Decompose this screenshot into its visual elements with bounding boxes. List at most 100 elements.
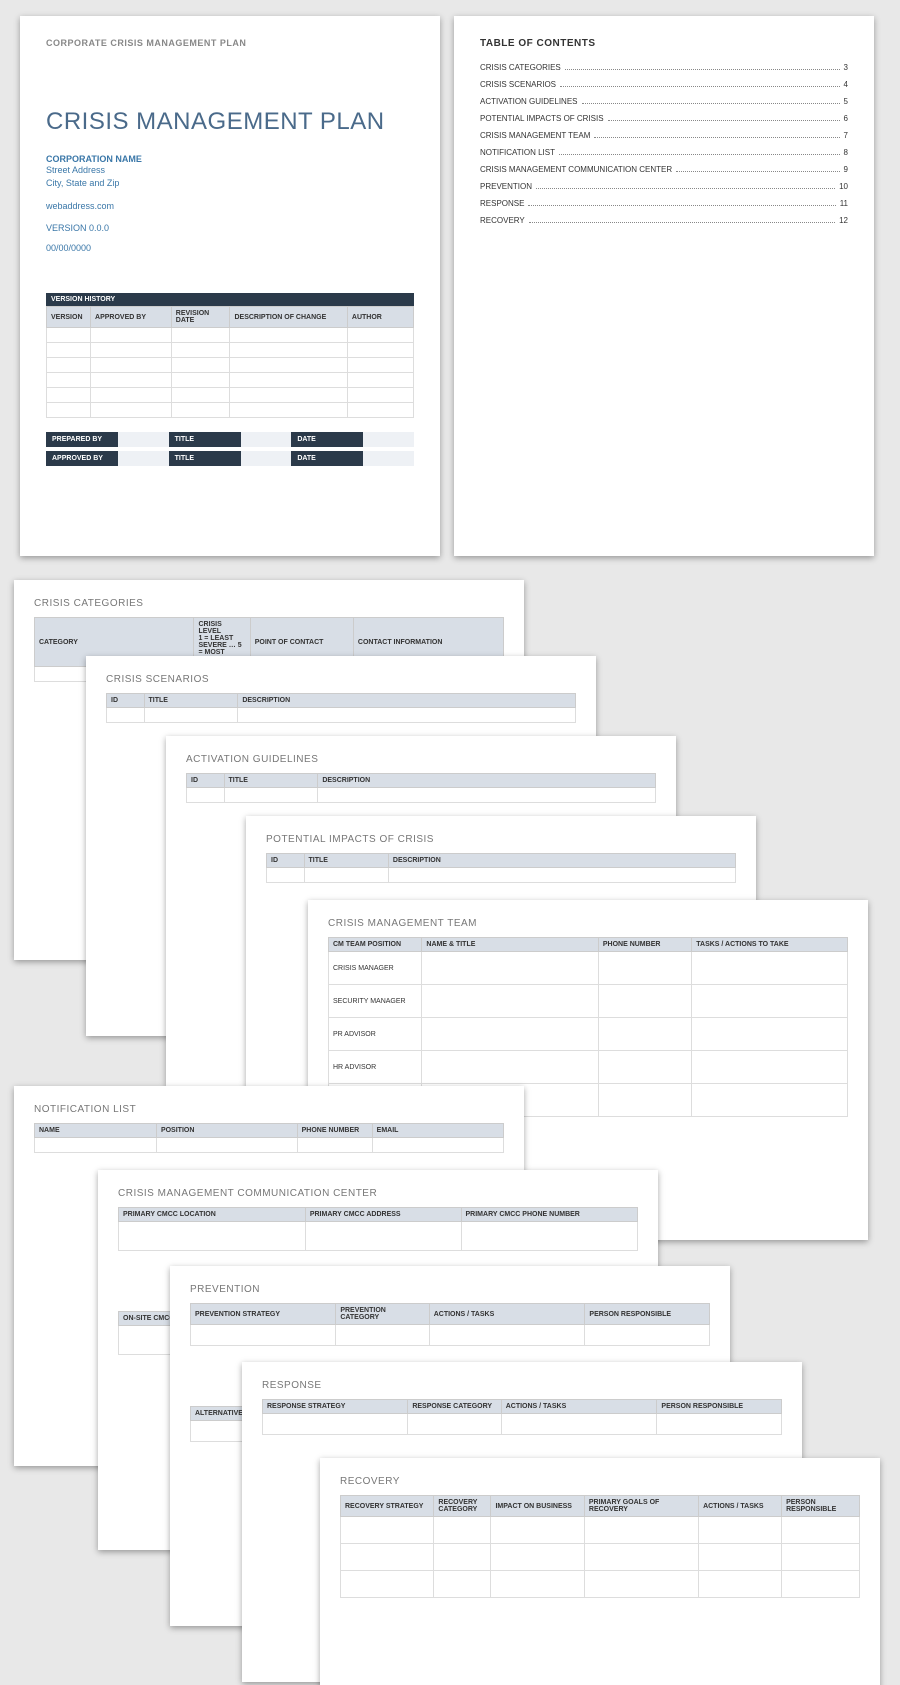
toc-item: NOTIFICATION LIST8 (480, 148, 848, 157)
section-title: ACTIVATION GUIDELINES (186, 754, 656, 765)
col-description: DESCRIPTION (388, 854, 735, 868)
toc-item: RECOVERY12 (480, 216, 848, 225)
impacts-table: ID TITLE DESCRIPTION (266, 853, 736, 883)
prepared-by-label: PREPARED BY (46, 432, 118, 447)
table-row (47, 373, 414, 388)
table-row (47, 343, 414, 358)
title-value-2 (241, 451, 292, 466)
date-value-2 (363, 451, 414, 466)
table-row (107, 708, 576, 723)
corp-name: CORPORATION NAME (46, 154, 414, 164)
section-title: NOTIFICATION LIST (34, 1104, 504, 1115)
vh-col-approved: APPROVED BY (91, 307, 172, 328)
toc-list: CRISIS CATEGORIES3 CRISIS SCENARIOS4 ACT… (480, 63, 848, 225)
date-value (363, 432, 414, 447)
title-label-2: TITLE (169, 451, 241, 466)
city: City, State and Zip (46, 177, 414, 190)
street: Street Address (46, 164, 414, 177)
section-title: CRISIS MANAGEMENT COMMUNICATION CENTER (118, 1188, 638, 1199)
col-strategy: RECOVERY STRATEGY (341, 1496, 434, 1517)
col-category: RESPONSE CATEGORY (408, 1400, 501, 1414)
col-actions: ACTIONS / TASKS (699, 1496, 782, 1517)
section-title: RESPONSE (262, 1380, 782, 1391)
vh-col-version: VERSION (47, 307, 91, 328)
col-tasks: TASKS / ACTIONS TO TAKE (692, 938, 848, 952)
vh-col-author: AUTHOR (347, 307, 413, 328)
col-title: TITLE (304, 854, 388, 868)
table-row (35, 1138, 504, 1153)
table-row: CRISIS MANAGER (329, 952, 848, 985)
col-position: POSITION (156, 1124, 297, 1138)
vh-col-revdate: REVISION DATE (171, 307, 230, 328)
toc-title: TABLE OF CONTENTS (480, 38, 848, 49)
col-actions: ACTIONS / TASKS (501, 1400, 657, 1414)
vh-table: VERSION APPROVED BY REVISION DATE DESCRI… (46, 306, 414, 418)
col-description: DESCRIPTION (238, 694, 576, 708)
version: VERSION 0.0.0 (46, 223, 414, 233)
col-category: RECOVERY CATEGORY (434, 1496, 491, 1517)
col-id: ID (107, 694, 145, 708)
notification-table: NAME POSITION PHONE NUMBER EMAIL (34, 1123, 504, 1153)
col-phone: PHONE NUMBER (598, 938, 691, 952)
col-person: PERSON RESPONSIBLE (782, 1496, 860, 1517)
date-label-2: DATE (291, 451, 363, 466)
approved-by-label: APPROVED BY (46, 451, 118, 466)
scenarios-table: ID TITLE DESCRIPTION (106, 693, 576, 723)
col-email: EMAIL (372, 1124, 503, 1138)
col-actions: ACTIONS / TASKS (429, 1304, 585, 1325)
col-id: ID (267, 854, 305, 868)
col-location: PRIMARY CMCC LOCATION (119, 1208, 306, 1222)
section-title: RECOVERY (340, 1476, 860, 1487)
doc-date: 00/00/0000 (46, 243, 414, 253)
toc-item: ACTIVATION GUIDELINES5 (480, 97, 848, 106)
col-category: PREVENTION CATEGORY (336, 1304, 429, 1325)
table-row (341, 1544, 860, 1571)
col-title: TITLE (224, 774, 318, 788)
col-name-title: NAME & TITLE (422, 938, 598, 952)
approved-by-value (118, 451, 169, 466)
col-description: DESCRIPTION (318, 774, 656, 788)
table-row: SECURITY MANAGER (329, 985, 848, 1018)
prevention-table: PREVENTION STRATEGY PREVENTION CATEGORY … (190, 1303, 710, 1346)
table-row (191, 1325, 710, 1346)
page-recovery: RECOVERY RECOVERY STRATEGY RECOVERY CATE… (320, 1458, 880, 1685)
toc-item: CRISIS SCENARIOS4 (480, 80, 848, 89)
page-cover: CORPORATE CRISIS MANAGEMENT PLAN CRISIS … (20, 16, 440, 556)
table-row: HR ADVISOR (329, 1051, 848, 1084)
table-row: PR ADVISOR (329, 1018, 848, 1051)
col-address: PRIMARY CMCC ADDRESS (305, 1208, 461, 1222)
table-row (341, 1517, 860, 1544)
table-row (47, 328, 414, 343)
page-toc: TABLE OF CONTENTS CRISIS CATEGORIES3 CRI… (454, 16, 874, 556)
prepared-by-value (118, 432, 169, 447)
table-row (187, 788, 656, 803)
section-title: POTENTIAL IMPACTS OF CRISIS (266, 834, 736, 845)
toc-item: PREVENTION10 (480, 182, 848, 191)
vh-col-desc: DESCRIPTION OF CHANGE (230, 307, 347, 328)
section-title: CRISIS MANAGEMENT TEAM (328, 918, 848, 929)
web-address: webaddress.com (46, 201, 414, 211)
col-phone: PHONE NUMBER (297, 1124, 372, 1138)
col-goals: PRIMARY GOALS OF RECOVERY (584, 1496, 698, 1517)
toc-item: CRISIS MANAGEMENT COMMUNICATION CENTER9 (480, 165, 848, 174)
signoff-block: PREPARED BY TITLE DATE APPROVED BY TITLE… (46, 432, 414, 466)
version-history: VERSION HISTORY VERSION APPROVED BY REVI… (46, 293, 414, 418)
toc-item: RESPONSE11 (480, 199, 848, 208)
col-person: PERSON RESPONSIBLE (657, 1400, 782, 1414)
table-row (341, 1571, 860, 1598)
table-row (47, 388, 414, 403)
col-person: PERSON RESPONSIBLE (585, 1304, 710, 1325)
date-label: DATE (291, 432, 363, 447)
toc-item: CRISIS MANAGEMENT TEAM7 (480, 131, 848, 140)
doc-header: CORPORATE CRISIS MANAGEMENT PLAN (46, 38, 414, 48)
doc-title: CRISIS MANAGEMENT PLAN (46, 108, 414, 136)
section-title: CRISIS CATEGORIES (34, 598, 504, 609)
col-name: NAME (35, 1124, 157, 1138)
title-value (241, 432, 292, 447)
activation-table: ID TITLE DESCRIPTION (186, 773, 656, 803)
table-row (47, 403, 414, 418)
col-id: ID (187, 774, 225, 788)
col-phone: PRIMARY CMCC PHONE NUMBER (461, 1208, 637, 1222)
table-row (119, 1222, 638, 1251)
toc-item: CRISIS CATEGORIES3 (480, 63, 848, 72)
